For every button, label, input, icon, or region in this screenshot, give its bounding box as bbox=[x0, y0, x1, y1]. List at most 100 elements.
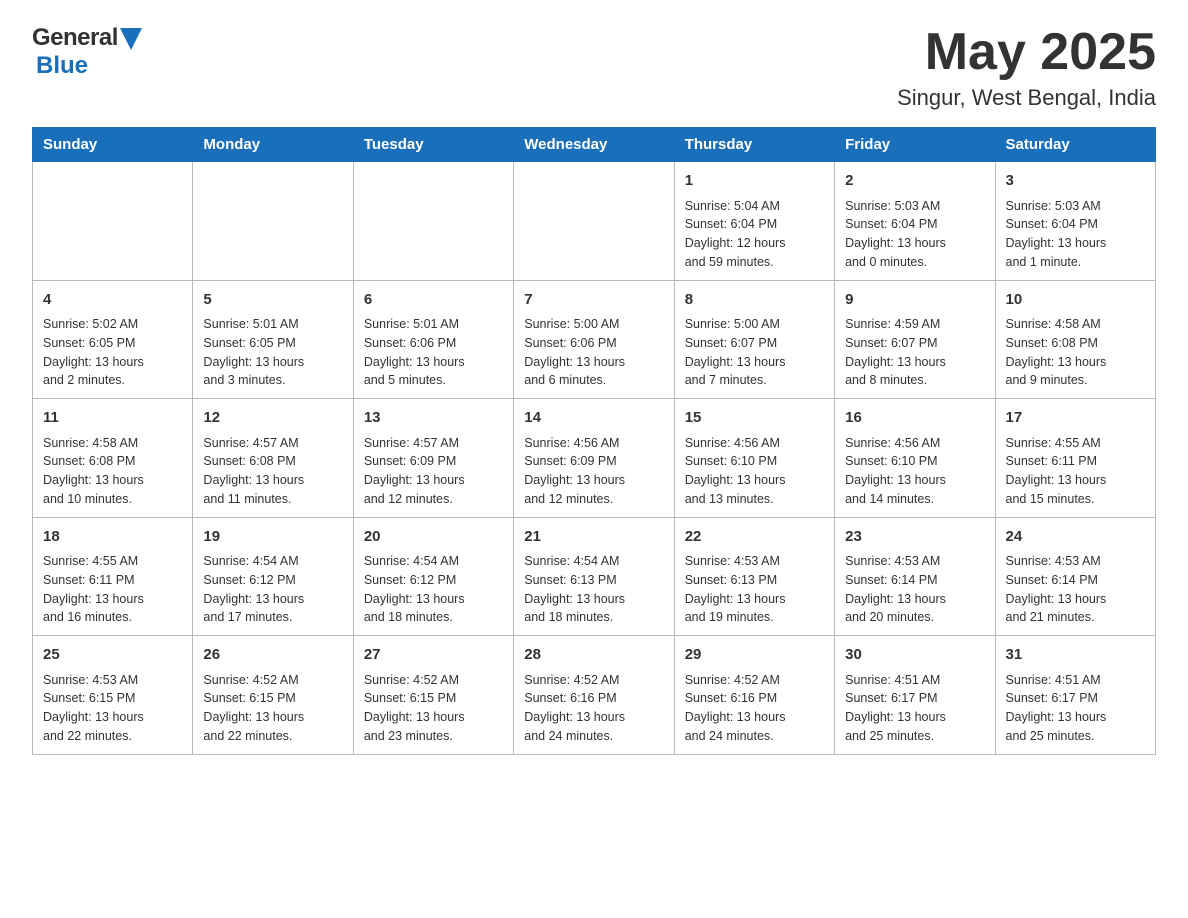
day-info: Sunrise: 4:54 AMSunset: 6:12 PMDaylight:… bbox=[203, 552, 342, 627]
calendar-cell: 24Sunrise: 4:53 AMSunset: 6:14 PMDayligh… bbox=[995, 517, 1155, 636]
calendar-cell: 20 Sunrise: 4:54 AMSunset: 6:12 PMDayligh… bbox=[353, 517, 513, 636]
logo-triangle-icon bbox=[120, 28, 142, 50]
calendar-row-1: 4Sunrise: 5:02 AMSunset: 6:05 PMDaylight… bbox=[33, 280, 1156, 399]
day-number: 20 bbox=[364, 526, 503, 549]
month-title: May 2025 bbox=[897, 24, 1156, 81]
day-info: Sunrise: 4:56 AMSunset: 6:10 PMDaylight:… bbox=[845, 434, 984, 509]
day-info: Sunrise: 5:00 AMSunset: 6:06 PMDaylight:… bbox=[524, 315, 663, 390]
weekday-header-tuesday: Tuesday bbox=[353, 128, 513, 162]
day-number: 21 bbox=[524, 526, 663, 549]
day-number: 17 bbox=[1006, 407, 1145, 430]
calendar-cell: 12 Sunrise: 4:57 AMSunset: 6:08 PMDayligh… bbox=[193, 399, 353, 518]
day-info: Sunrise: 4:53 AMSunset: 6:15 PMDaylight:… bbox=[43, 671, 182, 746]
day-info: Sunrise: 5:04 AMSunset: 6:04 PMDaylight:… bbox=[685, 197, 824, 272]
day-info: Sunrise: 4:56 AMSunset: 6:10 PMDaylight:… bbox=[685, 434, 824, 509]
day-number: 24 bbox=[1006, 526, 1145, 549]
logo-blue-text: Blue bbox=[36, 52, 88, 80]
logo: General Blue bbox=[32, 24, 142, 80]
calendar-cell bbox=[514, 162, 674, 281]
calendar-cell: 10 Sunrise: 4:58 AMSunset: 6:08 PMDayligh… bbox=[995, 280, 1155, 399]
day-number: 1 bbox=[685, 170, 824, 193]
day-info: Sunrise: 4:54 AMSunset: 6:13 PMDaylight:… bbox=[524, 552, 663, 627]
day-info: Sunrise: 5:01 AMSunset: 6:06 PMDaylight:… bbox=[364, 315, 503, 390]
calendar-cell: 25 Sunrise: 4:53 AMSunset: 6:15 PMDayligh… bbox=[33, 636, 193, 755]
calendar-table: SundayMondayTuesdayWednesdayThursdayFrid… bbox=[32, 127, 1156, 755]
calendar-row-3: 18 Sunrise: 4:55 AMSunset: 6:11 PMDayligh… bbox=[33, 517, 1156, 636]
day-number: 18 bbox=[43, 526, 182, 549]
calendar-cell bbox=[193, 162, 353, 281]
day-info: Sunrise: 4:55 AMSunset: 6:11 PMDaylight:… bbox=[1006, 434, 1145, 509]
day-info: Sunrise: 4:54 AMSunset: 6:12 PMDaylight:… bbox=[364, 552, 503, 627]
calendar-cell: 13 Sunrise: 4:57 AMSunset: 6:09 PMDayligh… bbox=[353, 399, 513, 518]
day-number: 19 bbox=[203, 526, 342, 549]
day-info: Sunrise: 4:55 AMSunset: 6:11 PMDaylight:… bbox=[43, 552, 182, 627]
day-number: 10 bbox=[1006, 289, 1145, 312]
day-number: 9 bbox=[845, 289, 984, 312]
day-info: Sunrise: 4:58 AMSunset: 6:08 PMDaylight:… bbox=[43, 434, 182, 509]
calendar-cell: 15 Sunrise: 4:56 AMSunset: 6:10 PMDayligh… bbox=[674, 399, 834, 518]
calendar-cell: 1 Sunrise: 5:04 AMSunset: 6:04 PMDaylight… bbox=[674, 162, 834, 281]
calendar-cell: 27 Sunrise: 4:52 AMSunset: 6:15 PMDayligh… bbox=[353, 636, 513, 755]
day-info: Sunrise: 4:52 AMSunset: 6:16 PMDaylight:… bbox=[685, 671, 824, 746]
calendar-cell: 16Sunrise: 4:56 AMSunset: 6:10 PMDayligh… bbox=[835, 399, 995, 518]
day-number: 26 bbox=[203, 644, 342, 667]
day-number: 11 bbox=[43, 407, 182, 430]
calendar-cell: 11 Sunrise: 4:58 AMSunset: 6:08 PMDayligh… bbox=[33, 399, 193, 518]
day-number: 25 bbox=[43, 644, 182, 667]
day-info: Sunrise: 4:52 AMSunset: 6:15 PMDaylight:… bbox=[364, 671, 503, 746]
weekday-header-thursday: Thursday bbox=[674, 128, 834, 162]
day-number: 4 bbox=[43, 289, 182, 312]
day-info: Sunrise: 4:56 AMSunset: 6:09 PMDaylight:… bbox=[524, 434, 663, 509]
day-info: Sunrise: 4:58 AMSunset: 6:08 PMDaylight:… bbox=[1006, 315, 1145, 390]
calendar-cell: 22 Sunrise: 4:53 AMSunset: 6:13 PMDayligh… bbox=[674, 517, 834, 636]
calendar-cell: 28Sunrise: 4:52 AMSunset: 6:16 PMDayligh… bbox=[514, 636, 674, 755]
location-title: Singur, West Bengal, India bbox=[897, 85, 1156, 111]
weekday-header-row: SundayMondayTuesdayWednesdayThursdayFrid… bbox=[33, 128, 1156, 162]
day-info: Sunrise: 4:53 AMSunset: 6:13 PMDaylight:… bbox=[685, 552, 824, 627]
day-number: 15 bbox=[685, 407, 824, 430]
calendar-cell: 6Sunrise: 5:01 AMSunset: 6:06 PMDaylight… bbox=[353, 280, 513, 399]
day-number: 13 bbox=[364, 407, 503, 430]
day-info: Sunrise: 4:53 AMSunset: 6:14 PMDaylight:… bbox=[845, 552, 984, 627]
weekday-header-friday: Friday bbox=[835, 128, 995, 162]
day-info: Sunrise: 5:03 AMSunset: 6:04 PMDaylight:… bbox=[1006, 197, 1145, 272]
calendar-cell: 18 Sunrise: 4:55 AMSunset: 6:11 PMDayligh… bbox=[33, 517, 193, 636]
calendar-row-4: 25 Sunrise: 4:53 AMSunset: 6:15 PMDayligh… bbox=[33, 636, 1156, 755]
day-info: Sunrise: 4:57 AMSunset: 6:08 PMDaylight:… bbox=[203, 434, 342, 509]
weekday-header-saturday: Saturday bbox=[995, 128, 1155, 162]
day-number: 8 bbox=[685, 289, 824, 312]
day-number: 14 bbox=[524, 407, 663, 430]
calendar-cell: 29 Sunrise: 4:52 AMSunset: 6:16 PMDayligh… bbox=[674, 636, 834, 755]
day-info: Sunrise: 5:03 AMSunset: 6:04 PMDaylight:… bbox=[845, 197, 984, 272]
calendar-cell: 5Sunrise: 5:01 AMSunset: 6:05 PMDaylight… bbox=[193, 280, 353, 399]
day-info: Sunrise: 4:57 AMSunset: 6:09 PMDaylight:… bbox=[364, 434, 503, 509]
title-area: May 2025 Singur, West Bengal, India bbox=[897, 24, 1156, 111]
day-number: 22 bbox=[685, 526, 824, 549]
weekday-header-wednesday: Wednesday bbox=[514, 128, 674, 162]
weekday-header-sunday: Sunday bbox=[33, 128, 193, 162]
calendar-cell: 2 Sunrise: 5:03 AMSunset: 6:04 PMDaylight… bbox=[835, 162, 995, 281]
day-number: 12 bbox=[203, 407, 342, 430]
calendar-row-2: 11 Sunrise: 4:58 AMSunset: 6:08 PMDayligh… bbox=[33, 399, 1156, 518]
day-info: Sunrise: 4:51 AMSunset: 6:17 PMDaylight:… bbox=[1006, 671, 1145, 746]
calendar-cell bbox=[33, 162, 193, 281]
day-number: 23 bbox=[845, 526, 984, 549]
calendar-cell: 14 Sunrise: 4:56 AMSunset: 6:09 PMDayligh… bbox=[514, 399, 674, 518]
calendar-cell: 7 Sunrise: 5:00 AMSunset: 6:06 PMDaylight… bbox=[514, 280, 674, 399]
day-number: 2 bbox=[845, 170, 984, 193]
calendar-cell: 9Sunrise: 4:59 AMSunset: 6:07 PMDaylight… bbox=[835, 280, 995, 399]
day-info: Sunrise: 5:00 AMSunset: 6:07 PMDaylight:… bbox=[685, 315, 824, 390]
calendar-cell: 31 Sunrise: 4:51 AMSunset: 6:17 PMDayligh… bbox=[995, 636, 1155, 755]
day-number: 31 bbox=[1006, 644, 1145, 667]
calendar-cell: 19 Sunrise: 4:54 AMSunset: 6:12 PMDayligh… bbox=[193, 517, 353, 636]
weekday-header-monday: Monday bbox=[193, 128, 353, 162]
day-number: 27 bbox=[364, 644, 503, 667]
page-header: General Blue May 2025 Singur, West Benga… bbox=[32, 24, 1156, 111]
calendar-cell: 30Sunrise: 4:51 AMSunset: 6:17 PMDayligh… bbox=[835, 636, 995, 755]
day-info: Sunrise: 4:52 AMSunset: 6:15 PMDaylight:… bbox=[203, 671, 342, 746]
calendar-cell: 17 Sunrise: 4:55 AMSunset: 6:11 PMDayligh… bbox=[995, 399, 1155, 518]
day-number: 30 bbox=[845, 644, 984, 667]
day-number: 7 bbox=[524, 289, 663, 312]
day-number: 29 bbox=[685, 644, 824, 667]
calendar-cell: 23 Sunrise: 4:53 AMSunset: 6:14 PMDayligh… bbox=[835, 517, 995, 636]
